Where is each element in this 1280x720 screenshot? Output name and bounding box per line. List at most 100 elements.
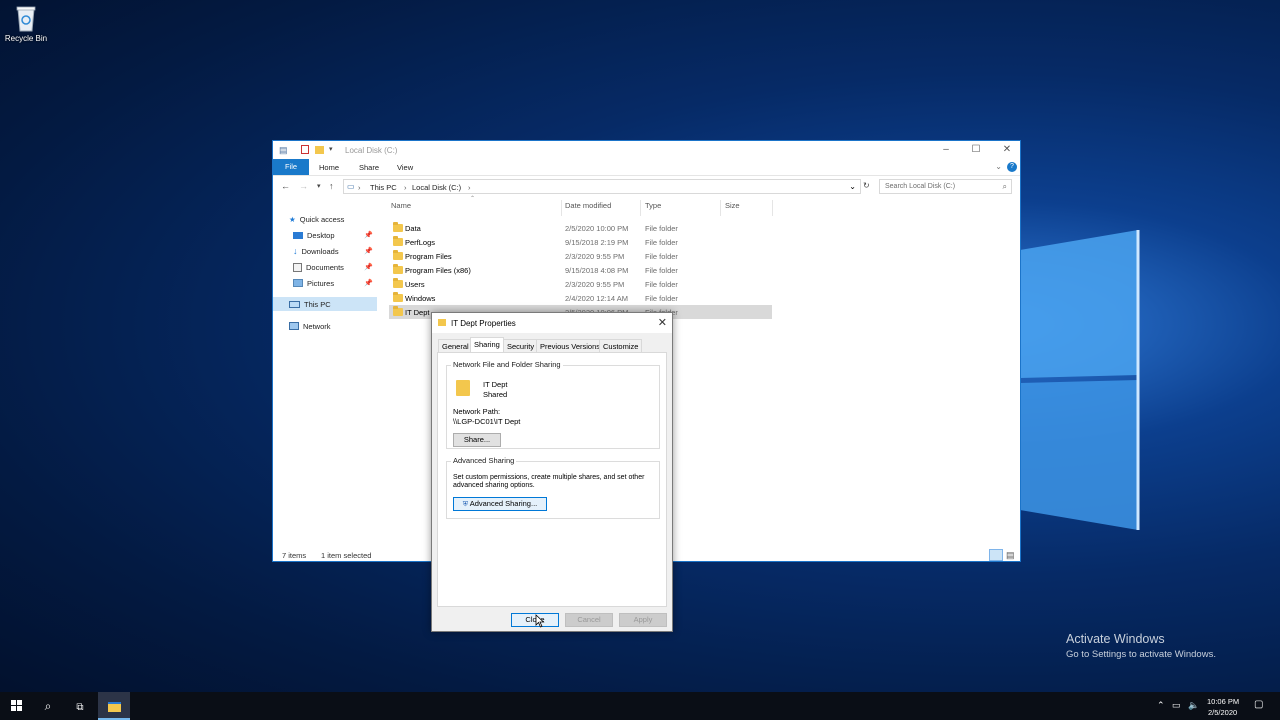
forward-arrow-icon[interactable]: → xyxy=(299,181,308,191)
tab-security[interactable]: Security xyxy=(503,339,539,352)
pictures-icon xyxy=(293,279,303,287)
address-box[interactable]: ▭ › This PC › Local Disk (C:) › ⌄ xyxy=(343,179,861,194)
sort-arrow-icon: ⌃ xyxy=(470,196,476,202)
recycle-bin-icon xyxy=(16,6,36,32)
network-path-label: Network Path: xyxy=(453,407,501,416)
window-title: Local Disk (C:) xyxy=(345,146,398,155)
activate-windows-watermark: Activate Windows Go to Settings to activ… xyxy=(1066,632,1216,660)
task-view-button[interactable]: ⧉ xyxy=(64,692,96,720)
mouse-cursor-icon xyxy=(535,614,545,628)
shield-icon: ⛨ xyxy=(462,501,469,508)
shared-folder-icon xyxy=(456,380,470,396)
tab-customize[interactable]: Customize xyxy=(599,339,643,352)
address-bar-row: ← → ▾ ↑ ▭ › This PC › Local Disk (C:) › … xyxy=(273,175,1020,197)
network-tray-icon[interactable]: ▭ xyxy=(1172,700,1181,711)
search-button[interactable]: ⌕ xyxy=(32,692,64,720)
table-row[interactable]: Program Files (x86) 9/15/2018 4:08 PM Fi… xyxy=(389,263,772,277)
folder-icon xyxy=(393,306,403,316)
network-icon xyxy=(289,322,299,330)
sharing-tab-panel: Network File and Folder Sharing IT Dept … xyxy=(437,352,667,607)
nav-this-pc[interactable]: This PC xyxy=(273,297,377,311)
breadcrumb-this-pc[interactable]: This PC xyxy=(370,183,397,192)
clock-date[interactable]: 2/5/2020 xyxy=(1208,708,1237,717)
search-placeholder: Search Local Disk (C:) xyxy=(885,183,956,190)
taskbar: ⌕ ⧉ ⌃ ▭ 🔈 10:06 PM 2/5/2020 ▢ xyxy=(0,692,1280,720)
activate-title: Activate Windows xyxy=(1066,632,1165,646)
notifications-icon[interactable]: ▢ xyxy=(1254,699,1263,710)
task-view-icon: ⧉ xyxy=(76,702,84,713)
show-hidden-icons-icon[interactable]: ⌃ xyxy=(1157,700,1165,711)
share-button[interactable]: Share... xyxy=(453,433,501,447)
recent-locations-icon[interactable]: ▾ xyxy=(317,182,321,190)
apply-button[interactable]: Apply xyxy=(619,613,667,627)
tab-file[interactable]: File xyxy=(273,159,309,175)
item-count: 7 items xyxy=(282,551,307,560)
folder-icon xyxy=(393,264,403,274)
maximize-button[interactable]: ☐ xyxy=(969,144,983,156)
help-icon[interactable]: ? xyxy=(1007,162,1017,172)
pin-icon: 📌 xyxy=(364,280,373,287)
close-button[interactable]: ✕ xyxy=(1000,144,1014,156)
dialog-close-icon[interactable]: ✕ xyxy=(658,316,667,329)
properties-icon[interactable] xyxy=(301,145,309,154)
pin-icon: 📌 xyxy=(364,264,373,271)
tab-sharing[interactable]: Sharing xyxy=(470,337,504,353)
table-row[interactable]: Users 2/3/2020 9:55 PM File folder xyxy=(389,277,772,291)
advanced-sharing-button[interactable]: ⛨ Advanced Sharing... xyxy=(453,497,547,511)
star-icon: ★ xyxy=(289,214,296,224)
advanced-sharing-group: Advanced Sharing Set custom permissions,… xyxy=(446,456,660,519)
folder-icon xyxy=(438,319,446,326)
ribbon-tabs: File Home Share View ⌄ ? xyxy=(273,159,1020,175)
table-row[interactable]: Program Files 2/3/2020 9:55 PM File fold… xyxy=(389,249,772,263)
windows-start-icon xyxy=(10,700,22,711)
file-explorer-taskbar-button[interactable] xyxy=(98,692,130,720)
refresh-icon[interactable]: ↻ xyxy=(863,181,870,190)
ribbon-expand-icon[interactable]: ⌄ xyxy=(995,162,1002,171)
quick-access-toolbar-icon[interactable]: ▤ xyxy=(279,145,288,156)
network-path-value: \\LGP-DC01\IT Dept xyxy=(453,417,521,426)
volume-muted-icon[interactable]: 🔈 xyxy=(1188,700,1199,711)
nav-pictures[interactable]: Pictures 📌 xyxy=(293,276,377,290)
new-folder-icon[interactable] xyxy=(315,146,324,154)
tab-previous-versions[interactable]: Previous Versions xyxy=(536,339,605,352)
search-icon: ⌕ xyxy=(44,699,52,713)
dialog-titlebar: IT Dept Properties ✕ xyxy=(432,313,672,333)
column-date-modified[interactable]: Date modified xyxy=(565,201,611,210)
start-button[interactable] xyxy=(0,692,32,720)
explorer-titlebar: ▤ ▾ Local Disk (C:) – ☐ ✕ xyxy=(273,141,1020,159)
folder-icon xyxy=(393,222,403,232)
nav-downloads[interactable]: ↓ Downloads 📌 xyxy=(293,244,377,258)
tab-share[interactable]: Share xyxy=(359,163,379,172)
up-arrow-icon[interactable]: ↑ xyxy=(329,181,334,191)
recycle-bin-shortcut[interactable]: Recycle Bin xyxy=(2,4,50,43)
table-row[interactable]: Windows 2/4/2020 12:14 AM File folder xyxy=(389,291,772,305)
group-title: Advanced Sharing xyxy=(451,456,517,465)
download-arrow-icon: ↓ xyxy=(293,246,298,256)
large-icons-view-icon[interactable]: ▤ xyxy=(1006,550,1015,561)
recycle-bin-label: Recycle Bin xyxy=(4,34,48,43)
table-row[interactable]: Data 2/5/2020 10:00 PM File folder xyxy=(389,221,772,235)
nav-network[interactable]: Network xyxy=(289,319,377,333)
cancel-button[interactable]: Cancel xyxy=(565,613,613,627)
tab-general[interactable]: General xyxy=(438,339,473,352)
column-size[interactable]: Size xyxy=(725,201,740,210)
table-row[interactable]: PerfLogs 9/15/2018 2:19 PM File folder xyxy=(389,235,772,249)
address-dropdown-icon[interactable]: ⌄ xyxy=(849,182,856,191)
folder-icon xyxy=(393,250,403,260)
column-name[interactable]: Name xyxy=(391,201,411,210)
toolbar-dropdown-icon[interactable]: ▾ xyxy=(329,145,333,153)
tab-home[interactable]: Home xyxy=(319,163,339,172)
clock-time[interactable]: 10:06 PM xyxy=(1207,697,1239,706)
nav-desktop[interactable]: Desktop 📌 xyxy=(293,228,377,242)
folder-name: IT Dept xyxy=(483,380,508,389)
back-arrow-icon[interactable]: ← xyxy=(281,181,290,191)
breadcrumb-local-disk[interactable]: Local Disk (C:) xyxy=(412,183,461,192)
search-input[interactable]: Search Local Disk (C:) ⌕ xyxy=(879,179,1012,194)
column-type[interactable]: Type xyxy=(645,201,661,210)
details-view-icon[interactable] xyxy=(989,549,1003,561)
network-sharing-group: Network File and Folder Sharing IT Dept … xyxy=(446,360,660,449)
nav-documents[interactable]: Documents 📌 xyxy=(293,260,377,274)
tab-view[interactable]: View xyxy=(397,163,413,172)
minimize-button[interactable]: – xyxy=(939,144,953,156)
nav-quick-access[interactable]: ★ Quick access xyxy=(289,212,377,226)
